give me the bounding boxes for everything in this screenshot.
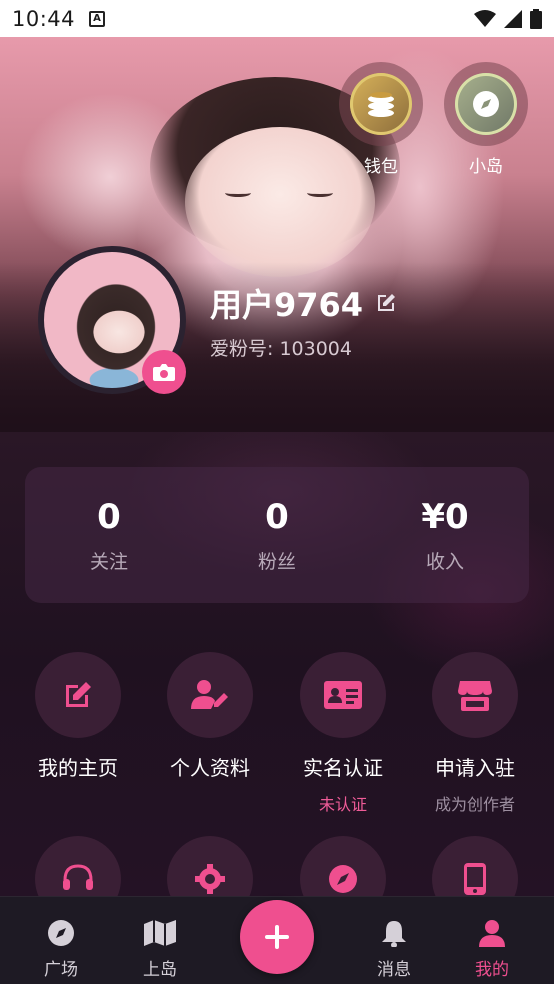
menu-label: 实名认证 (303, 756, 383, 780)
verify-status: 未认证 (318, 795, 367, 814)
username-text: 用户9764 (210, 286, 364, 324)
stat-value: 0 (97, 497, 121, 537)
edit-icon (35, 652, 121, 738)
camera-button[interactable] (142, 350, 186, 394)
compass-icon (455, 73, 517, 135)
menu-real-name-verify[interactable]: 实名认证 未认证 (277, 652, 409, 815)
stat-label: 收入 (425, 551, 464, 573)
wallet-label: 钱包 (364, 157, 398, 177)
banner-eye-left (225, 189, 251, 197)
avatar-container[interactable] (38, 246, 186, 394)
bell-icon (382, 921, 406, 948)
signal-icon (504, 9, 522, 28)
menu-personal-info[interactable]: 个人资料 (144, 652, 276, 781)
island-label: 小岛 (469, 157, 503, 177)
nav-label: 我的 (475, 960, 509, 980)
stat-following[interactable]: 0 关注 (25, 467, 193, 603)
stat-income[interactable]: ¥0 收入 (361, 467, 529, 603)
username: 用户9764 (210, 280, 397, 326)
stat-value: ¥0 (421, 497, 469, 537)
nav-mine[interactable]: 我的 (452, 919, 532, 980)
status-bar: 10:44 A (0, 0, 554, 37)
banner-eye-right (307, 189, 333, 197)
create-post-button[interactable] (240, 900, 314, 974)
stats-card: 0 关注 0 粉丝 ¥0 收入 (25, 467, 529, 603)
nav-messages[interactable]: 消息 (354, 919, 434, 980)
wifi-icon (474, 9, 496, 27)
nav-label: 广场 (44, 960, 78, 980)
stat-label: 粉丝 (257, 551, 296, 573)
fan-id: 爱粉号: 103004 (210, 338, 352, 360)
menu-label: 我的主页 (38, 756, 118, 780)
menu-my-homepage[interactable]: 我的主页 (12, 652, 144, 781)
edit-name-icon[interactable] (375, 292, 397, 314)
battery-icon (530, 8, 542, 29)
menu-apply-creator[interactable]: 申请入驻 成为创作者 (409, 652, 541, 815)
island-button[interactable]: 小岛 (444, 62, 528, 177)
compass-icon (48, 920, 74, 946)
map-icon (144, 920, 176, 946)
nav-island[interactable]: 上岛 (120, 919, 200, 980)
nav-label: 消息 (377, 960, 411, 980)
island-ring (444, 62, 528, 146)
creator-hint: 成为创作者 (434, 795, 515, 814)
wallet-button[interactable]: 钱包 (339, 62, 423, 177)
coins-icon (350, 73, 412, 135)
status-time: 10:44 (12, 6, 76, 31)
store-icon (432, 652, 518, 738)
status-icons (474, 8, 542, 29)
menu-label: 申请入驻 (435, 756, 515, 780)
user-edit-icon (167, 652, 253, 738)
id-card-icon (300, 652, 386, 738)
person-icon (479, 920, 505, 947)
a-letter-icon: A (89, 10, 106, 27)
wallet-ring (339, 62, 423, 146)
camera-icon (153, 364, 175, 381)
nav-label: 上岛 (143, 960, 177, 980)
stat-value: 0 (265, 497, 289, 537)
nav-square[interactable]: 广场 (21, 919, 101, 980)
menu-label: 个人资料 (170, 756, 250, 780)
stat-fans[interactable]: 0 粉丝 (193, 467, 361, 603)
plus-icon (265, 925, 289, 949)
stat-label: 关注 (89, 551, 128, 573)
